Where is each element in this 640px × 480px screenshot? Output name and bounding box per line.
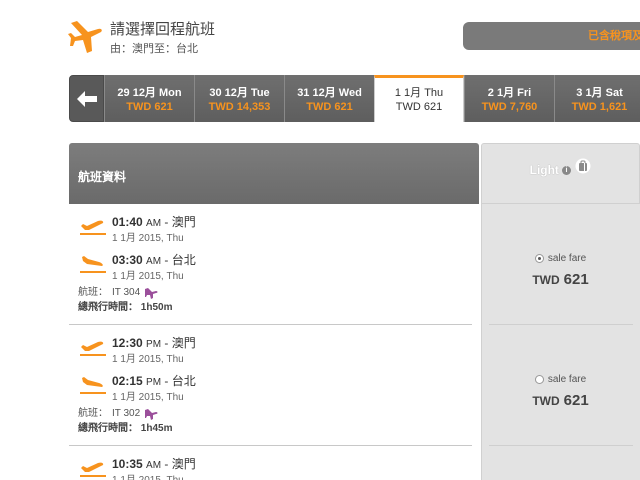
date-tab-price: TWD 621 bbox=[306, 101, 353, 113]
flight-duration: 總飛行時間： 1h50m bbox=[78, 302, 173, 313]
row-divider bbox=[69, 445, 472, 446]
route-subtitle: 由：澳門至：台北 bbox=[110, 43, 198, 55]
fare-price: TWD 621 bbox=[532, 392, 589, 409]
arrival-date: 1 1月 2015, Thu bbox=[112, 271, 184, 282]
departure-time: 10:35 AM - 澳門 bbox=[112, 457, 196, 471]
airline-plane-icon bbox=[145, 408, 158, 420]
fare-option[interactable]: sale fare TWD 621 bbox=[481, 250, 640, 288]
date-tab-dec31[interactable]: 31 12月 Wed TWD 621 bbox=[284, 75, 374, 122]
tax-notice-badge: 已含稅項及 bbox=[463, 22, 640, 50]
radio-selected-icon[interactable] bbox=[534, 254, 544, 263]
takeoff-icon bbox=[80, 341, 106, 356]
date-tab-dec30[interactable]: 30 12月 Tue TWD 14,353 bbox=[194, 75, 284, 122]
fare-option[interactable]: sale fare TWD 621 bbox=[481, 371, 640, 409]
flight-duration: 總飛行時間： 1h45m bbox=[78, 423, 173, 434]
flight-row: 01:40 AM - 澳門 1 1月 2015, Thu 03:30 AM - … bbox=[69, 209, 479, 315]
date-tab-jan2[interactable]: 2 1月 Fri TWD 7,760 bbox=[464, 75, 554, 122]
takeoff-icon bbox=[80, 462, 106, 477]
arrival-time: 03:30 AM - 台北 bbox=[112, 253, 196, 267]
date-tab-date: 30 12月 Tue bbox=[209, 87, 270, 99]
baggage-icon bbox=[575, 158, 591, 174]
fare-column bbox=[481, 204, 640, 480]
date-tab-dec29[interactable]: 29 12月 Mon TWD 621 bbox=[104, 75, 194, 122]
fare-type-header: Light i bbox=[481, 143, 640, 204]
date-tab-date: 1 1月 Thu bbox=[394, 87, 444, 99]
departure-date: 1 1月 2015, Thu bbox=[112, 354, 184, 365]
date-tab-price: TWD 7,760 bbox=[481, 101, 538, 113]
plane-logo-icon bbox=[68, 21, 102, 53]
flight-meta: 航班： IT 302 總飛行時間： 1h45m bbox=[69, 406, 479, 436]
date-tab-price: TWD 621 bbox=[126, 101, 173, 113]
date-tab-price: TWD 14,353 bbox=[208, 101, 271, 113]
fare-type-label: Light bbox=[529, 163, 559, 177]
date-tab-date: 29 12月 Mon bbox=[117, 87, 182, 99]
date-tab-jan3[interactable]: 3 1月 Sat TWD 1,621 bbox=[554, 75, 640, 122]
flight-number: 航班： IT 302 bbox=[78, 406, 158, 421]
takeoff-icon bbox=[80, 220, 106, 235]
flight-meta: 航班： IT 304 總飛行時間： 1h50m bbox=[69, 285, 479, 315]
fare-price: TWD 621 bbox=[532, 271, 589, 288]
radio-unselected-icon[interactable] bbox=[534, 375, 544, 384]
fare-divider bbox=[489, 445, 633, 446]
fare-radio[interactable]: sale fare bbox=[534, 374, 586, 385]
flight-row: 10:35 AM - 澳門 1 1月 2015, Thu bbox=[69, 451, 479, 480]
arrival-leg: 02:15 PM - 台北 1 1月 2015, Thu bbox=[69, 368, 479, 406]
arrival-date: 1 1月 2015, Thu bbox=[112, 392, 184, 403]
date-selector: 29 12月 Mon TWD 621 30 12月 Tue TWD 14,353… bbox=[69, 75, 640, 122]
row-divider bbox=[69, 324, 472, 325]
departure-date: 1 1月 2015, Thu bbox=[112, 233, 184, 244]
date-tab-jan1-selected[interactable]: 1 1月 Thu TWD 621 bbox=[374, 75, 464, 122]
date-tab-date: 3 1月 Sat bbox=[576, 87, 623, 99]
landing-icon bbox=[80, 256, 106, 273]
date-tab-date: 2 1月 Fri bbox=[487, 87, 532, 99]
departure-date: 1 1月 2015, Thu bbox=[112, 471, 184, 480]
flight-info-header: 航班資料 bbox=[69, 143, 479, 204]
previous-dates-button[interactable] bbox=[69, 75, 104, 122]
flight-number: 航班： IT 304 bbox=[78, 285, 158, 300]
arrow-left-icon bbox=[76, 90, 97, 107]
fare-radio[interactable]: sale fare bbox=[534, 253, 586, 264]
date-tab-price: TWD 1,621 bbox=[571, 101, 628, 113]
fare-divider bbox=[489, 324, 633, 325]
departure-leg: 10:35 AM - 澳門 1 1月 2015, Thu bbox=[69, 451, 479, 480]
airline-plane-icon bbox=[145, 287, 158, 299]
date-tab-price: TWD 621 bbox=[395, 101, 443, 113]
arrival-time: 02:15 PM - 台北 bbox=[112, 374, 196, 388]
arrival-leg: 03:30 AM - 台北 1 1月 2015, Thu bbox=[69, 247, 479, 285]
page-title: 請選擇回程航班 bbox=[110, 21, 216, 38]
departure-time: 12:30 PM - 澳門 bbox=[112, 336, 196, 350]
date-tab-date: 31 12月 Wed bbox=[297, 87, 362, 99]
info-icon[interactable]: i bbox=[561, 165, 571, 175]
departure-leg: 12:30 PM - 澳門 1 1月 2015, Thu bbox=[69, 330, 479, 368]
departure-leg: 01:40 AM - 澳門 1 1月 2015, Thu bbox=[69, 209, 479, 247]
flight-row: 12:30 PM - 澳門 1 1月 2015, Thu 02:15 PM - … bbox=[69, 330, 479, 436]
departure-time: 01:40 AM - 澳門 bbox=[112, 215, 196, 229]
landing-icon bbox=[80, 377, 106, 394]
